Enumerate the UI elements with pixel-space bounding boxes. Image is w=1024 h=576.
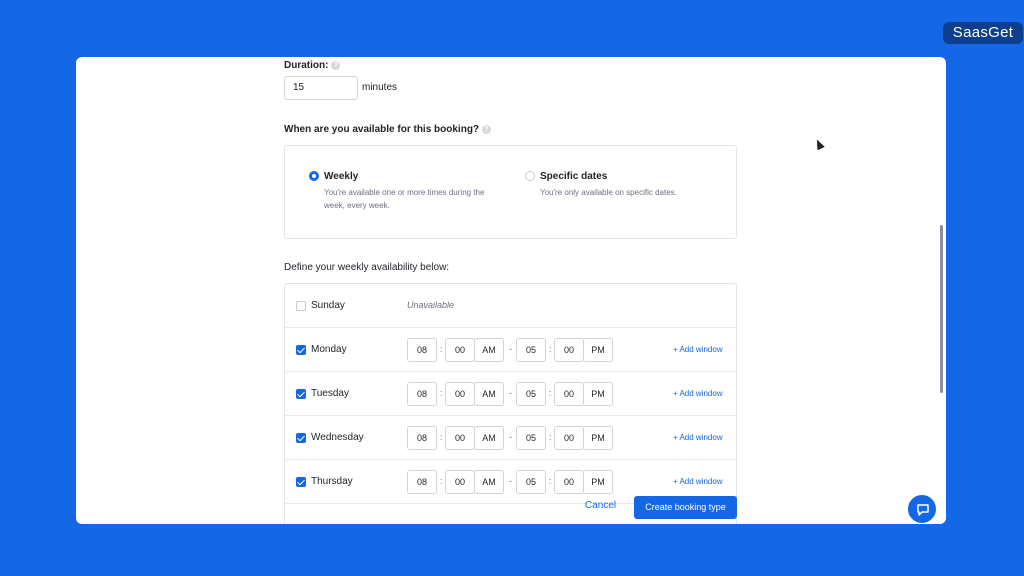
time-colon: : bbox=[549, 388, 552, 398]
specific-dates-description: You're only available on specific dates. bbox=[540, 188, 677, 197]
end-ampm-field[interactable]: PM bbox=[583, 426, 613, 450]
help-circle-icon[interactable]: ? bbox=[482, 125, 492, 134]
weekly-availability-label: Define your weekly availability below: bbox=[284, 262, 450, 273]
time-colon: : bbox=[549, 432, 552, 442]
day-label: Wednesday bbox=[311, 432, 364, 443]
start-ampm-field[interactable]: AM bbox=[474, 470, 504, 494]
start-hour-field[interactable]: 08 bbox=[407, 470, 437, 494]
day-label: Thursday bbox=[311, 476, 353, 487]
time-dash: - bbox=[509, 432, 512, 442]
unavailable-text: Unavailable bbox=[407, 300, 455, 310]
start-minute-field[interactable]: 00 bbox=[445, 426, 475, 450]
availability-question-text: When are you available for this booking? bbox=[284, 124, 480, 135]
end-hour-field[interactable]: 05 bbox=[516, 338, 546, 362]
start-hour-field[interactable]: 08 bbox=[407, 382, 437, 406]
day-label: Monday bbox=[311, 344, 347, 355]
add-window-link[interactable]: + Add window bbox=[673, 345, 723, 354]
end-hour-field[interactable]: 05 bbox=[516, 382, 546, 406]
availability-question: When are you available for this booking?… bbox=[284, 124, 492, 135]
wednesday-checkbox[interactable] bbox=[296, 433, 306, 443]
start-minute-field[interactable]: 00 bbox=[445, 470, 475, 494]
day-row-tuesday: Tuesday 08 : 00 AM - 05 : 00 PM + Add wi… bbox=[285, 372, 736, 416]
end-hour-field[interactable]: 05 bbox=[516, 470, 546, 494]
mouse-cursor-icon bbox=[813, 137, 825, 151]
end-minute-field[interactable]: 00 bbox=[554, 470, 584, 494]
start-minute-field[interactable]: 00 bbox=[445, 382, 475, 406]
time-colon: : bbox=[440, 476, 443, 486]
end-hour-field[interactable]: 05 bbox=[516, 426, 546, 450]
time-dash: - bbox=[509, 344, 512, 354]
chat-button[interactable] bbox=[907, 494, 937, 524]
time-colon: : bbox=[549, 344, 552, 354]
time-colon: : bbox=[440, 388, 443, 398]
add-window-link[interactable]: + Add window bbox=[673, 433, 723, 442]
time-colon: : bbox=[440, 432, 443, 442]
booking-form-panel: Duration:? 15 minutes When are you avail… bbox=[76, 57, 946, 524]
end-ampm-field[interactable]: PM bbox=[583, 338, 613, 362]
weekly-availability-table: Sunday Unavailable Monday 08 : 00 AM - 0… bbox=[284, 283, 737, 524]
time-dash: - bbox=[509, 476, 512, 486]
create-booking-type-button[interactable]: Create booking type bbox=[634, 496, 737, 519]
cancel-button[interactable]: Cancel bbox=[585, 500, 616, 511]
availability-options: Weekly You're available one or more time… bbox=[284, 145, 737, 239]
day-row-wednesday: Wednesday 08 : 00 AM - 05 : 00 PM + Add … bbox=[285, 416, 736, 460]
tuesday-checkbox[interactable] bbox=[296, 389, 306, 399]
start-ampm-field[interactable]: AM bbox=[474, 426, 504, 450]
specific-dates-title: Specific dates bbox=[540, 171, 608, 182]
add-window-link[interactable]: + Add window bbox=[673, 389, 723, 398]
time-colon: : bbox=[549, 476, 552, 486]
time-dash: - bbox=[509, 388, 512, 398]
start-hour-field[interactable]: 08 bbox=[407, 426, 437, 450]
add-window-link[interactable]: + Add window bbox=[673, 477, 723, 486]
weekly-radio[interactable] bbox=[309, 171, 319, 181]
watermark-logo: SaasGet bbox=[943, 22, 1023, 44]
end-minute-field[interactable]: 00 bbox=[554, 382, 584, 406]
start-ampm-field[interactable]: AM bbox=[474, 382, 504, 406]
end-ampm-field[interactable]: PM bbox=[583, 470, 613, 494]
duration-label-text: Duration: bbox=[284, 60, 329, 71]
start-ampm-field[interactable]: AM bbox=[474, 338, 504, 362]
time-colon: : bbox=[440, 344, 443, 354]
day-label: Tuesday bbox=[311, 388, 349, 399]
help-circle-icon[interactable]: ? bbox=[331, 61, 341, 70]
sunday-checkbox[interactable] bbox=[296, 301, 306, 311]
duration-input[interactable]: 15 bbox=[284, 76, 358, 100]
scrollbar-thumb[interactable] bbox=[940, 225, 943, 393]
day-row-monday: Monday 08 : 00 AM - 05 : 00 PM + Add win… bbox=[285, 328, 736, 372]
end-minute-field[interactable]: 00 bbox=[554, 338, 584, 362]
thursday-checkbox[interactable] bbox=[296, 477, 306, 487]
start-minute-field[interactable]: 00 bbox=[445, 338, 475, 362]
chat-bubble-icon bbox=[917, 504, 929, 516]
end-minute-field[interactable]: 00 bbox=[554, 426, 584, 450]
monday-checkbox[interactable] bbox=[296, 345, 306, 355]
start-hour-field[interactable]: 08 bbox=[407, 338, 437, 362]
duration-label: Duration:? bbox=[284, 60, 341, 71]
day-label: Sunday bbox=[311, 300, 345, 311]
end-ampm-field[interactable]: PM bbox=[583, 382, 613, 406]
weekly-title: Weekly bbox=[324, 171, 359, 182]
day-row-sunday: Sunday Unavailable bbox=[285, 284, 736, 328]
specific-dates-radio[interactable] bbox=[525, 171, 535, 181]
duration-unit: minutes bbox=[362, 82, 398, 93]
weekly-description: You're available one or more times durin… bbox=[324, 188, 485, 210]
